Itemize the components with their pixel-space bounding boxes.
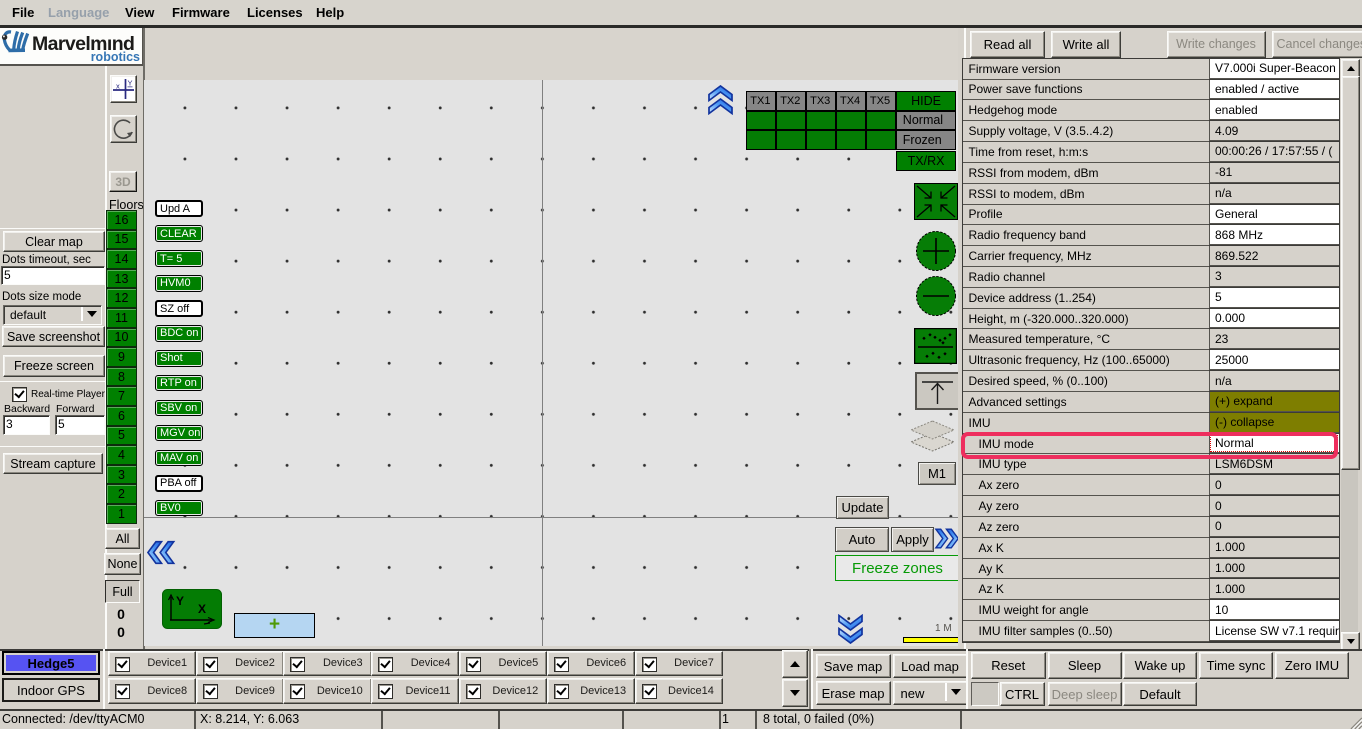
svg-text:Y: Y bbox=[176, 594, 184, 608]
svg-text:X: X bbox=[198, 602, 206, 616]
svg-text:x: x bbox=[116, 82, 120, 91]
svg-text:Y: Y bbox=[128, 79, 133, 88]
